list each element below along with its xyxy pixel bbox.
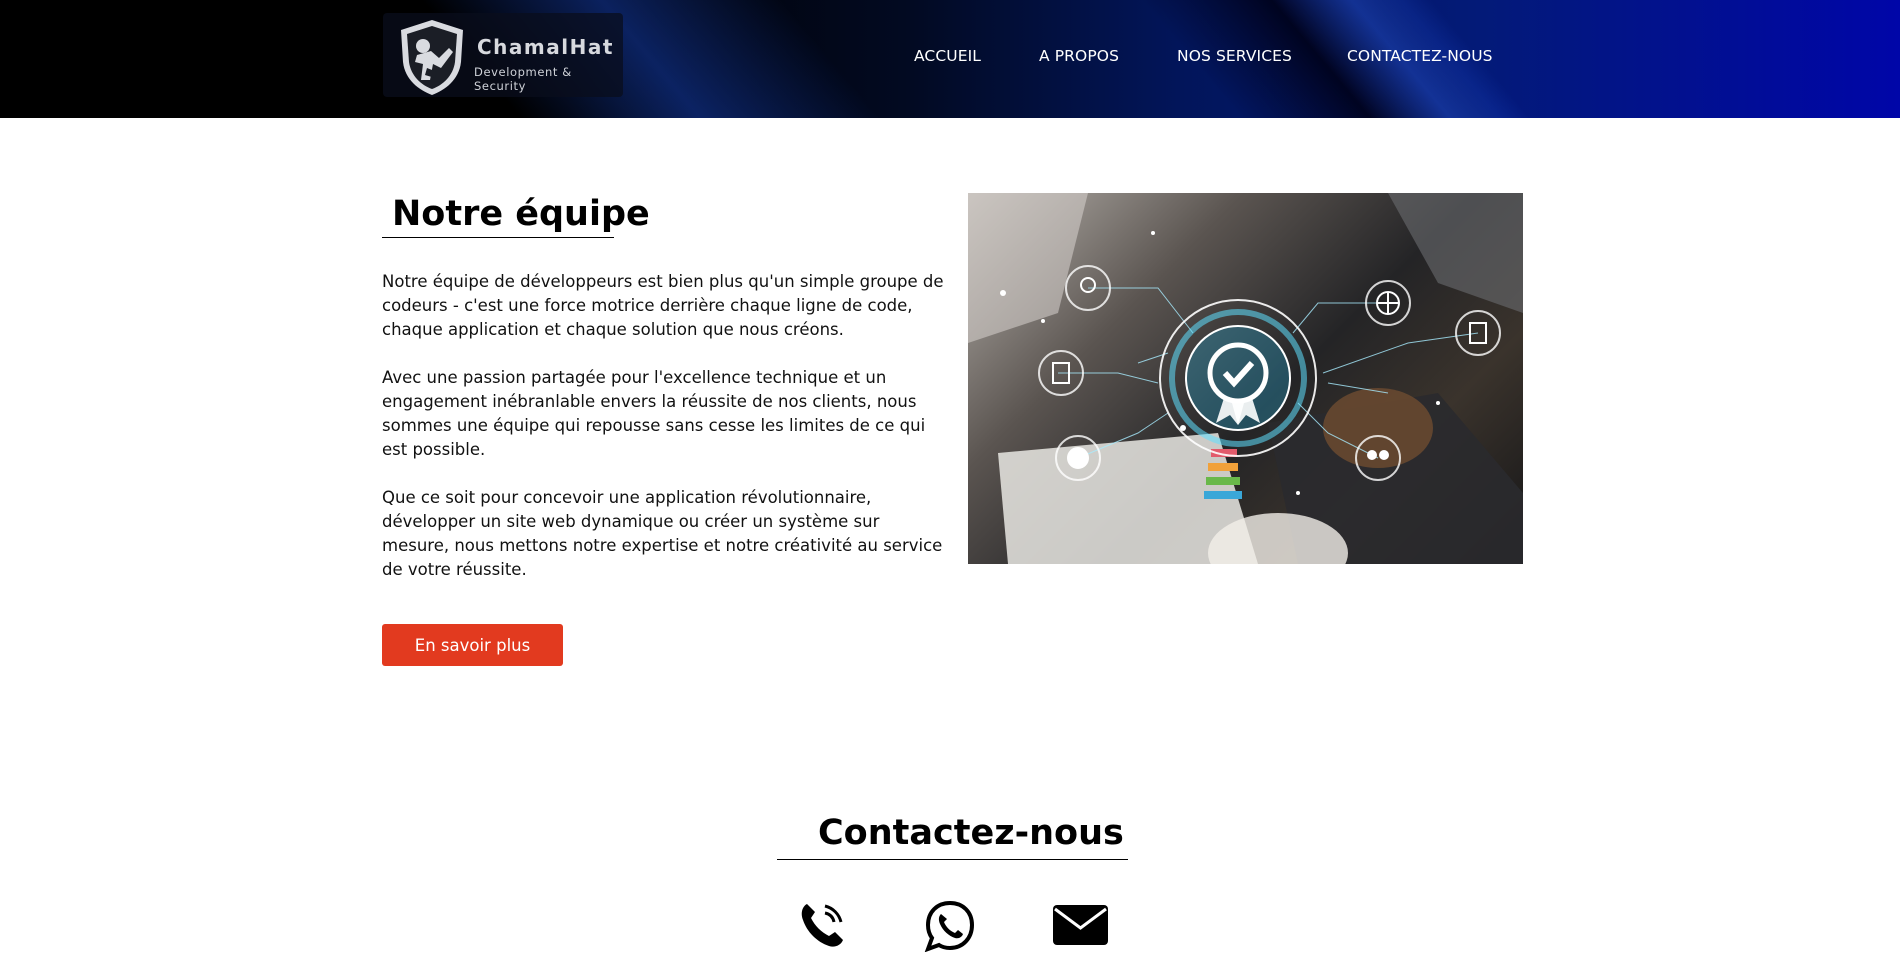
contact-title: Contactez-nous — [818, 813, 1124, 853]
team-paragraph-2: Avec une passion partagée pour l'excelle… — [382, 368, 926, 459]
learn-more-button[interactable]: En savoir plus — [382, 624, 563, 666]
brand-logo[interactable]: ChamalHat Development & Security — [383, 13, 623, 97]
phone-icon[interactable] — [797, 900, 847, 950]
team-photo — [968, 193, 1523, 564]
email-icon[interactable] — [1052, 904, 1109, 946]
nav-item-a-propos[interactable]: A PROPOS — [1039, 47, 1119, 65]
shield-hacker-icon — [401, 20, 463, 95]
team-paragraph-1: Notre équipe de développeurs est bien pl… — [382, 272, 944, 339]
nav-item-accueil[interactable]: ACCUEIL — [914, 47, 981, 65]
brand-tagline: Development & Security — [474, 65, 572, 93]
nav-item-nos-services[interactable]: NOS SERVICES — [1177, 47, 1292, 65]
nav-item-contactez-nous[interactable]: CONTACTEZ-NOUS — [1347, 47, 1493, 65]
title-underline — [777, 859, 1128, 860]
team-title: Notre équipe — [392, 194, 650, 234]
whatsapp-icon[interactable] — [924, 900, 976, 952]
title-underline — [382, 237, 614, 238]
site-header: ChamalHat Development & Security ACCUEIL… — [0, 0, 1900, 118]
brand-name: ChamalHat — [477, 35, 614, 59]
team-paragraph-3: Que ce soit pour concevoir une applicati… — [382, 488, 943, 579]
tech-network-illustration — [968, 193, 1523, 564]
